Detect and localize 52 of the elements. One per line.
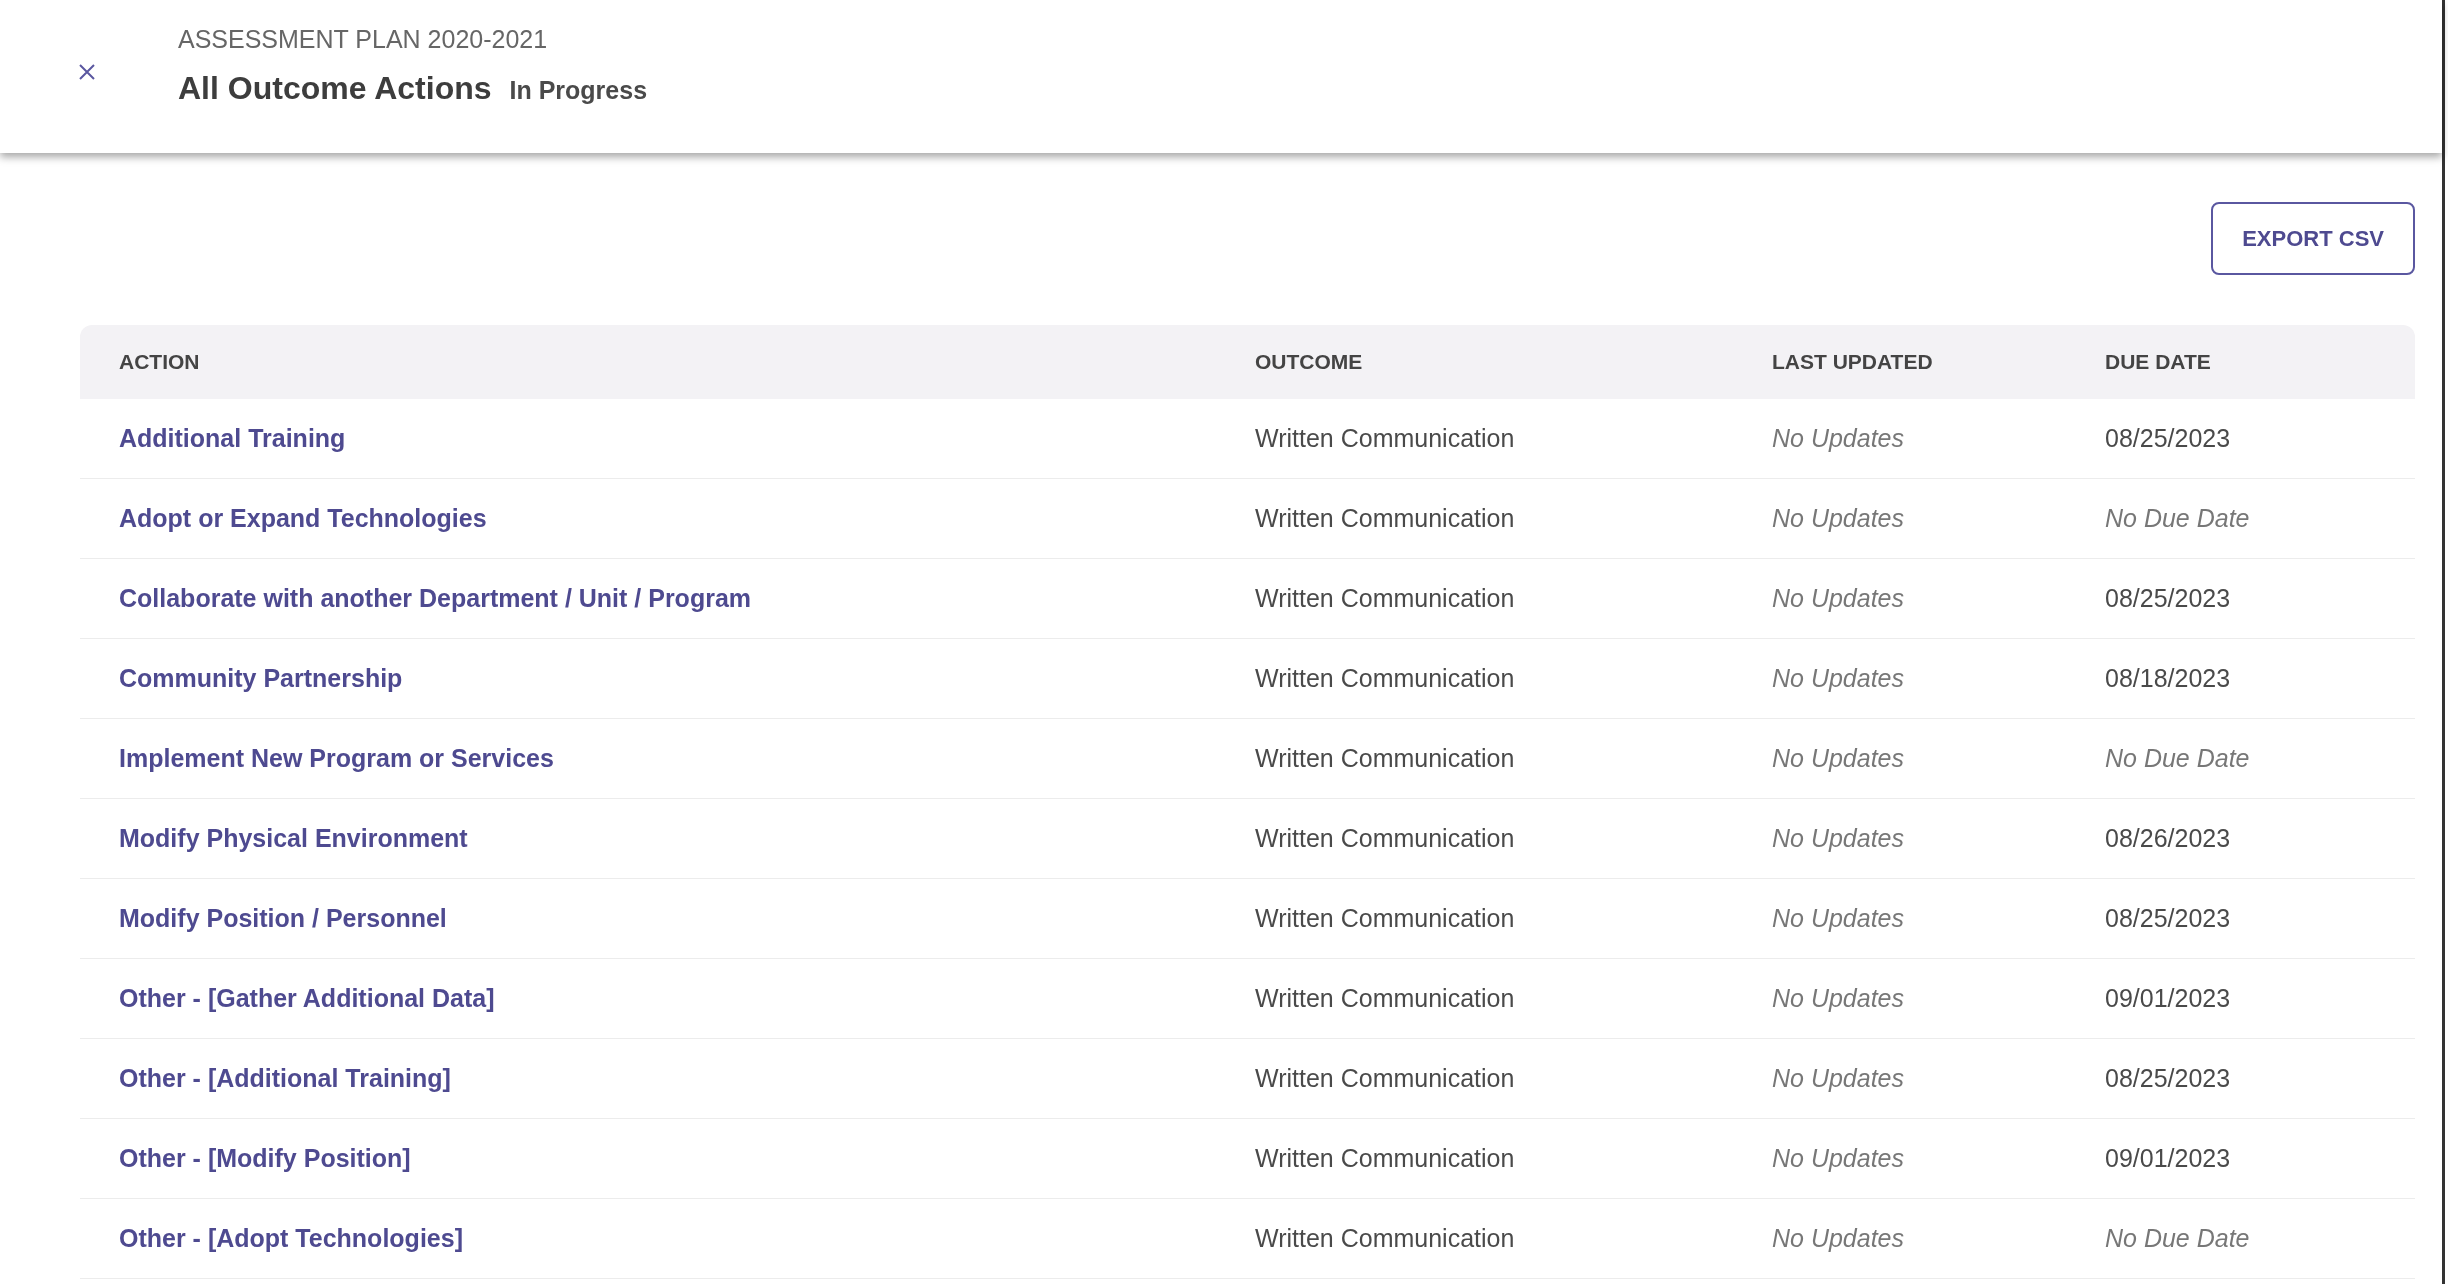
plan-label: ASSESSMENT PLAN 2020-2021 — [178, 23, 549, 55]
due-date-cell-text: 08/25/2023 — [2105, 1062, 2231, 1094]
due-date-cell-text: 09/01/2023 — [2105, 1142, 2231, 1174]
action-link[interactable]: Additional Training — [119, 419, 346, 458]
outcome-cell-text: Written Communication — [1255, 1062, 1515, 1094]
due-date-cell-text: No Due Date — [2105, 502, 2250, 534]
last-updated-cell-text: No Updates — [1772, 742, 1905, 774]
last-updated-cell-text: No Updates — [1772, 422, 1905, 454]
outcome-cell-text: Written Communication — [1255, 1222, 1515, 1254]
outcome-cell-text: Written Communication — [1255, 502, 1515, 534]
outcome-cell-text: Written Communication — [1255, 822, 1515, 854]
action-link[interactable]: Modify Physical Environment — [119, 819, 468, 858]
due-date-cell-text: 08/18/2023 — [2105, 662, 2231, 694]
due-date-cell-text: 08/25/2023 — [2105, 902, 2231, 934]
action-link[interactable]: Community Partnership — [119, 659, 403, 698]
outcome-cell-text: Written Communication — [1255, 662, 1515, 694]
due-date-cell-text: No Due Date — [2105, 742, 2250, 774]
column-header: ACTION — [119, 349, 201, 376]
outcome-cell-text: Written Communication — [1255, 422, 1515, 454]
last-updated-cell-text: No Updates — [1772, 582, 1905, 614]
due-date-cell-text: No Due Date — [2105, 1222, 2250, 1254]
action-link[interactable]: Other - [Gather Additional Data] — [119, 979, 495, 1018]
last-updated-cell-text: No Updates — [1772, 1062, 1905, 1094]
action-link[interactable]: Adopt or Expand Technologies — [119, 499, 487, 538]
outcome-cell-text: Written Communication — [1255, 902, 1515, 934]
action-link[interactable]: Other - [Modify Position] — [119, 1139, 411, 1178]
action-link[interactable]: Implement New Program or Services — [119, 739, 554, 778]
due-date-cell-text: 09/01/2023 — [2105, 982, 2231, 1014]
last-updated-cell-text: No Updates — [1772, 662, 1905, 694]
due-date-cell-text: 08/25/2023 — [2105, 422, 2231, 454]
outcome-cell-text: Written Communication — [1255, 982, 1515, 1014]
last-updated-cell-text: No Updates — [1772, 1222, 1905, 1254]
column-header: LAST UPDATED — [1772, 349, 1934, 376]
column-header: DUE DATE — [2105, 349, 2212, 376]
page-title: All Outcome Actions — [178, 69, 492, 109]
last-updated-cell-text: No Updates — [1772, 502, 1905, 534]
last-updated-cell-text: No Updates — [1772, 902, 1905, 934]
due-date-cell-text: 08/25/2023 — [2105, 582, 2231, 614]
action-link[interactable]: Other - [Additional Training] — [119, 1059, 451, 1098]
due-date-cell-text: 08/26/2023 — [2105, 822, 2231, 854]
outcome-cell-text: Written Communication — [1255, 742, 1515, 774]
column-header: OUTCOME — [1255, 349, 1364, 376]
last-updated-cell-text: No Updates — [1772, 982, 1905, 1014]
action-link[interactable]: Other - [Adopt Technologies] — [119, 1219, 463, 1258]
action-link[interactable]: Collaborate with another Department / Unit / Program — [119, 579, 752, 618]
action-link[interactable]: Modify Position / Personnel — [119, 899, 447, 938]
last-updated-cell-text: No Updates — [1772, 1142, 1905, 1174]
status-label: In Progress — [509, 75, 648, 107]
export-button[interactable]: EXPORT CSV — [2211, 202, 2415, 275]
outcome-cell-text: Written Communication — [1255, 582, 1515, 614]
last-updated-cell-text: No Updates — [1772, 822, 1905, 854]
outcome-cell-text: Written Communication — [1255, 1142, 1515, 1174]
